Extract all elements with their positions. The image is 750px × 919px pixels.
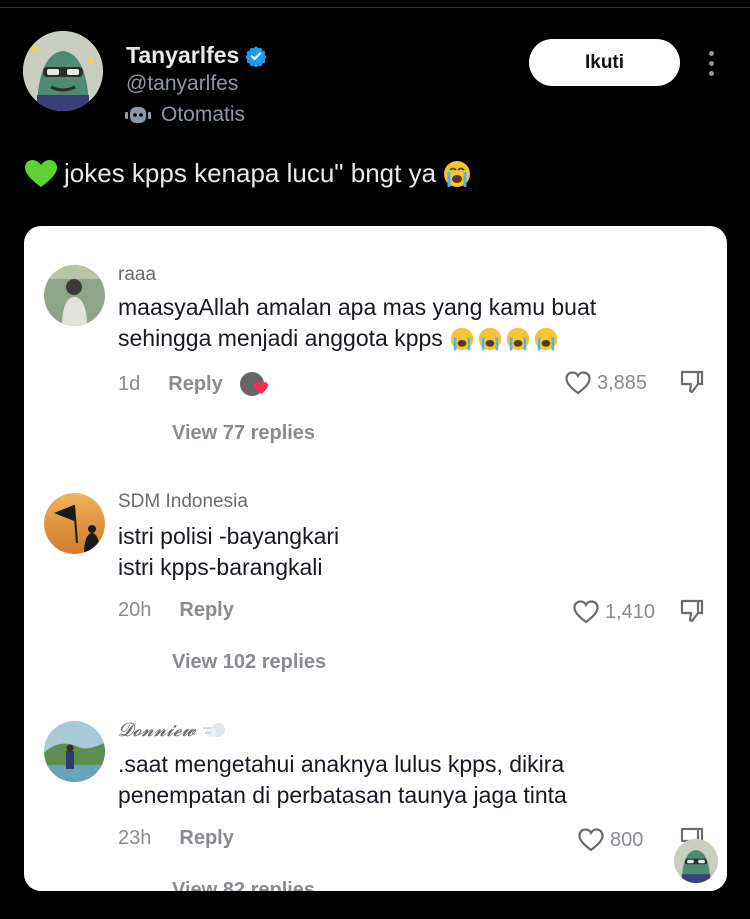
- heart-outline-icon: [573, 600, 599, 624]
- author-handle[interactable]: @tanyarlfes: [126, 72, 238, 96]
- loudly-crying-face-emoji-icon: [444, 160, 471, 187]
- like-count: 3,885: [597, 371, 648, 394]
- commenter-avatar[interactable]: [44, 493, 105, 554]
- author-name[interactable]: Tanyarlfes: [126, 42, 267, 69]
- automated-label: Otomatis: [124, 103, 245, 127]
- commenter-name[interactable]: 𝓓𝓸𝓷𝓷𝓲𝓮𝔀: [118, 719, 228, 741]
- creator-liked-icon: [239, 370, 271, 398]
- commenter-name-text[interactable]: 𝓓𝓸𝓷𝓷𝓲𝓮𝔀: [118, 719, 196, 741]
- follow-button[interactable]: Ikuti: [529, 39, 680, 86]
- like-button[interactable]: 800: [578, 828, 643, 852]
- view-replies-link[interactable]: View 102 replies: [172, 651, 326, 674]
- commenter-avatar[interactable]: [44, 265, 105, 326]
- commenter-avatar[interactable]: [44, 721, 105, 782]
- comment-text-segment: sehingga menjadi anggota kpps: [118, 325, 443, 351]
- commenter-avatar-image: [44, 265, 105, 326]
- dislike-icon[interactable]: [679, 598, 705, 629]
- top-divider: [0, 0, 750, 8]
- like-count: 1,410: [605, 600, 656, 623]
- dash-cloud-emoji-icon: [202, 723, 225, 737]
- crying-emojis: [449, 326, 559, 352]
- like-button[interactable]: 1,410: [573, 600, 655, 624]
- author-avatar[interactable]: [23, 31, 103, 111]
- commenter-name[interactable]: raaa: [118, 264, 156, 286]
- like-count: 800: [610, 828, 644, 851]
- automated-label-text: Otomatis: [161, 103, 246, 126]
- verified-badge-icon: [245, 45, 267, 67]
- comment-meta: 23h Reply: [118, 827, 234, 850]
- more-options-icon[interactable]: [700, 46, 722, 80]
- author-name-text[interactable]: Tanyarlfes: [126, 42, 239, 69]
- loudly-crying-face-emoji-icon: [506, 327, 530, 350]
- comment-text: .saat mengetahui anaknya lulus kpps, dik…: [118, 749, 698, 811]
- reply-button[interactable]: Reply: [179, 599, 233, 622]
- post-text: jokes kpps kenapa lucu" bngt ya: [24, 158, 472, 189]
- comment-text-line: maasyaAllah amalan apa mas yang kamu bua…: [118, 294, 597, 320]
- view-replies-link[interactable]: View 77 replies: [172, 422, 315, 445]
- like-button[interactable]: 3,885: [565, 371, 647, 395]
- post-text-content: jokes kpps kenapa lucu" bngt ya: [64, 158, 437, 188]
- reply-button[interactable]: Reply: [168, 373, 222, 396]
- green-heart-emoji-icon: [25, 159, 57, 187]
- loudly-crying-face-emoji-icon: [478, 327, 502, 350]
- heart-outline-icon: [578, 828, 604, 852]
- watermark-avatar: [674, 839, 718, 883]
- comment-text-line: sehingga menjadi anggota kpps: [118, 323, 698, 354]
- embedded-comments-image[interactable]: raaa maasyaAllah amalan apa mas yang kam…: [24, 226, 727, 891]
- commenter-name[interactable]: SDM Indonesia: [118, 491, 248, 513]
- comment-text-line: penempatan di perbatasan taunya jaga tin…: [118, 782, 567, 808]
- commenter-avatar-image: [44, 493, 105, 554]
- comment-time: 20h: [118, 599, 152, 621]
- comment-text-line: istri kpps-barangkali: [118, 554, 323, 580]
- loudly-crying-face-emoji-icon: [534, 327, 558, 350]
- comment-time: 23h: [118, 827, 152, 849]
- reply-button[interactable]: Reply: [179, 827, 233, 850]
- robot-icon: [125, 107, 151, 123]
- comment-meta: 20h Reply: [118, 599, 234, 622]
- dislike-icon[interactable]: [679, 369, 705, 400]
- comment-time: 1d: [118, 372, 141, 395]
- comment-meta: 1d Reply: [118, 370, 271, 398]
- comment-text-line: istri polisi -bayangkari: [118, 523, 340, 549]
- author-avatar-image: [23, 31, 103, 111]
- watermark-avatar-image: [674, 839, 718, 883]
- comment-text-line: .saat mengetahui anaknya lulus kpps, dik…: [118, 751, 565, 777]
- heart-outline-icon: [565, 371, 591, 395]
- loudly-crying-face-emoji-icon: [450, 327, 474, 350]
- view-replies-link[interactable]: View 82 replies: [172, 875, 315, 891]
- comment-text: istri polisi -bayangkari istri kpps-bara…: [118, 521, 698, 583]
- comment-text: maasyaAllah amalan apa mas yang kamu bua…: [118, 292, 698, 354]
- commenter-avatar-image: [44, 721, 105, 782]
